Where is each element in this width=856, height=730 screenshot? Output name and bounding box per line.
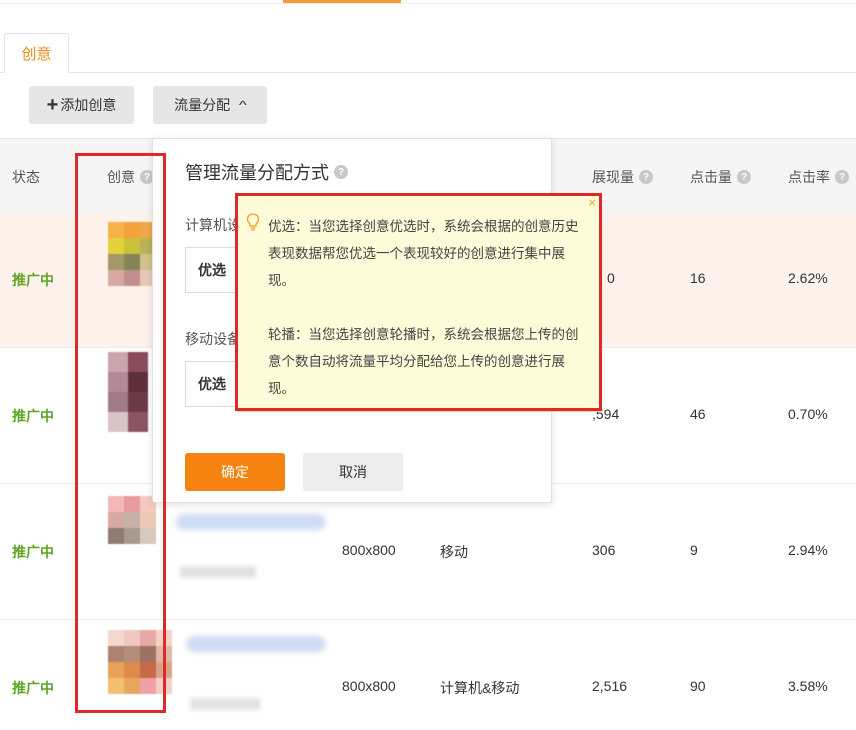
status-badge: 推广中 [12, 272, 54, 288]
plus-icon: + [46, 94, 59, 116]
help-icon[interactable]: ? [737, 170, 751, 184]
mobile-mode-select[interactable]: 优选 [185, 361, 245, 407]
ctr-value: 2.62% [788, 270, 828, 286]
status-badge: 推广中 [12, 544, 54, 560]
status-badge: 推广中 [12, 680, 54, 696]
tooltip-paragraph-optimize: 优选：当您选择创意优选时，系统会根据的创意历史表现数据帮您优选一个表现较好的创意… [268, 219, 579, 288]
tab-bar-line [0, 72, 856, 73]
clicks-value: 16 [690, 270, 706, 286]
impressions-value: 0 [607, 270, 615, 286]
creative-size: 800x800 [342, 542, 396, 558]
computer-mode-select[interactable]: 优选 [185, 247, 245, 293]
platform-value: 移动 [440, 544, 468, 560]
confirm-button[interactable]: 确定 [185, 453, 285, 491]
creative-meta-blurred [180, 566, 256, 578]
ctr-value: 3.58% [788, 678, 828, 694]
header-status: 状态 [12, 169, 40, 185]
clicks-value: 90 [690, 678, 706, 694]
cancel-button[interactable]: 取消 [303, 453, 403, 491]
lightbulb-icon [246, 213, 260, 231]
header-impressions: 展现量? [592, 167, 653, 187]
help-icon[interactable]: ? [835, 170, 849, 184]
tooltip-text: 优选：当您选择创意优选时，系统会根据的创意历史表现数据帮您优选一个表现较好的创意… [268, 213, 590, 402]
creative-thumbnail[interactable] [108, 630, 188, 694]
creative-thumbnail[interactable] [108, 352, 148, 432]
creative-title-blurred [186, 636, 326, 652]
header-ctr: 点击率? [788, 167, 849, 187]
header-creative: 创意? [107, 167, 154, 187]
help-icon[interactable]: ? [639, 170, 653, 184]
tab-creative[interactable]: 创意 [4, 33, 69, 73]
creative-title-blurred [176, 514, 326, 530]
add-creative-label: 添加创意 [60, 97, 117, 113]
header-clicks: 点击量? [690, 167, 751, 187]
top-divider [0, 3, 856, 4]
creative-thumbnail[interactable] [108, 222, 156, 286]
clicks-value: 46 [690, 406, 706, 422]
panel-title: 管理流量分配方式? [185, 159, 348, 185]
impressions-value: 306 [592, 542, 616, 558]
ctr-value: 2.94% [788, 542, 828, 558]
impressions-value: 2,516 [592, 678, 628, 694]
mobile-label: 移动设备 [185, 331, 241, 347]
creative-meta-blurred [190, 698, 260, 710]
tooltip-paragraph-rotate: 轮播：当您选择创意轮播时，系统会根据您上传的创意个数自动将流量平均分配给您上传的… [268, 327, 579, 396]
status-badge: 推广中 [12, 408, 54, 424]
table-row: 推广中 800x800 计算机&移动 2,516 90 3.58% [0, 620, 856, 730]
traffic-allocation-button[interactable]: 流量分配 ^ [153, 86, 267, 124]
traffic-allocation-label: 流量分配 [174, 97, 231, 113]
table-row: 推广中 800x800 移动 306 9 2.94% [0, 484, 856, 620]
computer-label: 计算机设 [185, 217, 241, 233]
clicks-value: 9 [690, 542, 698, 558]
chevron-up-icon: ^ [239, 98, 247, 112]
ctr-value: 0.70% [788, 406, 828, 422]
help-icon[interactable]: ? [334, 165, 348, 179]
close-icon[interactable]: × [588, 195, 596, 210]
platform-value: 计算机&移动 [440, 680, 520, 696]
creative-size: 800x800 [342, 678, 396, 694]
add-creative-button[interactable]: + 添加创意 [29, 86, 134, 124]
help-tooltip: × 优选：当您选择创意优选时，系统会根据的创意历史表现数据帮您优选一个表现较好的… [237, 194, 601, 412]
creative-thumbnail[interactable] [108, 496, 156, 544]
